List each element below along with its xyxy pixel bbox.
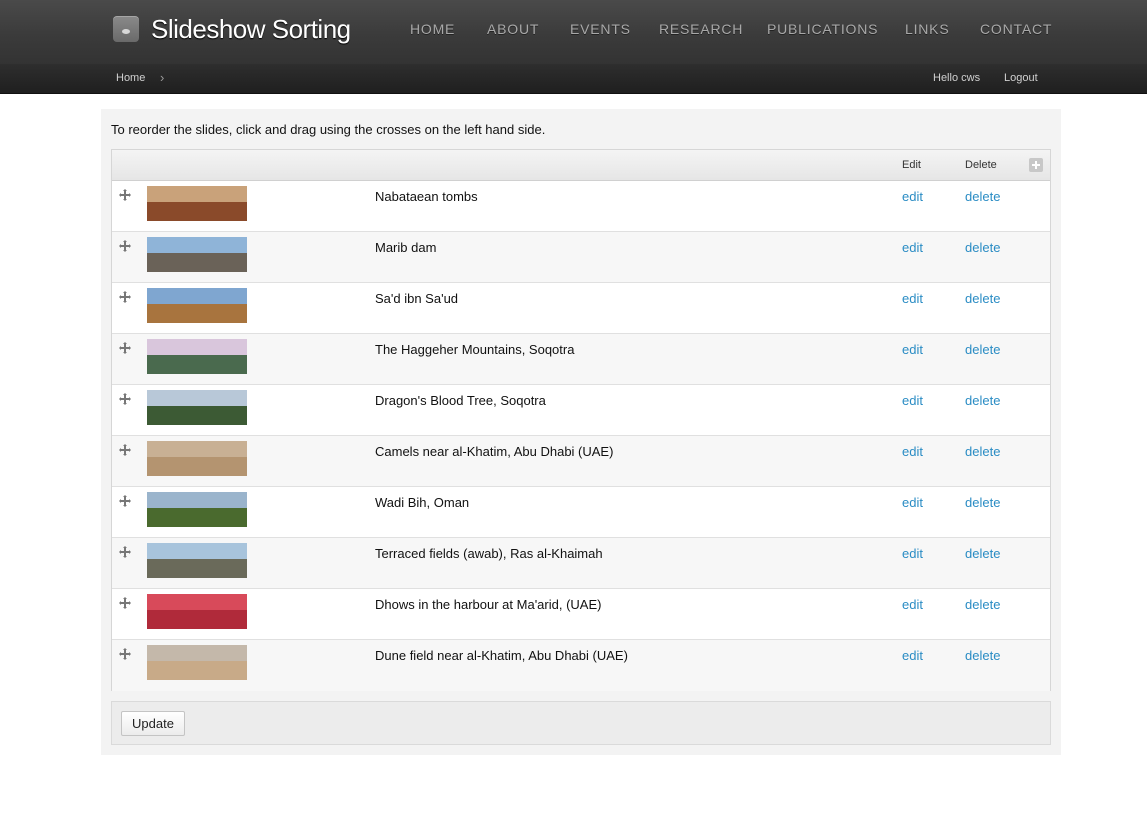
slide-thumbnail-landscape (147, 303, 247, 323)
table-row[interactable]: Wadi Bih, Oman edit delete (112, 487, 1050, 538)
instructions-text: To reorder the slides, click and drag us… (111, 122, 546, 137)
add-slide-icon[interactable] (1029, 158, 1043, 172)
column-header-delete: Delete (965, 159, 997, 171)
slide-thumbnail-landscape (147, 456, 247, 476)
slide-thumbnail (147, 288, 247, 323)
slide-thumbnail (147, 645, 247, 680)
table-row[interactable]: The Haggeher Mountains, Soqotra edit delet… (112, 334, 1050, 385)
slide-thumbnail-landscape (147, 507, 247, 527)
table-row[interactable]: Dragon's Blood Tree, Soqotra edit delete (112, 385, 1050, 436)
drag-handle-icon[interactable] (119, 342, 131, 354)
slide-thumbnail-landscape (147, 405, 247, 425)
edit-link[interactable]: edit (902, 393, 923, 408)
slide-thumbnail (147, 237, 247, 272)
slide-thumbnail-landscape (147, 201, 247, 221)
nav-publications[interactable]: PUBLICATIONS (767, 21, 878, 37)
drag-handle-icon[interactable] (119, 546, 131, 558)
edit-link[interactable]: edit (902, 189, 923, 204)
delete-link[interactable]: delete (965, 495, 1000, 510)
delete-link[interactable]: delete (965, 342, 1000, 357)
logout-link[interactable]: Logout (1004, 72, 1038, 84)
slide-thumbnail-landscape (147, 252, 247, 272)
nav-research[interactable]: RESEARCH (659, 21, 743, 37)
slide-title: Sa'd ibn Sa'ud (375, 291, 459, 306)
drag-handle-icon[interactable] (119, 291, 131, 303)
drag-handle-icon[interactable] (119, 189, 131, 201)
edit-link[interactable]: edit (902, 342, 923, 357)
slide-thumbnail (147, 186, 247, 221)
drag-handle-icon[interactable] (119, 393, 131, 405)
update-button[interactable]: Update (121, 711, 185, 736)
table-row[interactable]: Camels near al-Khatim, Abu Dhabi (UAE) ed… (112, 436, 1050, 487)
slide-title: Wadi Bih, Oman (375, 495, 470, 510)
slide-title: Terraced fields (awab), Ras al-Khaimah (375, 546, 603, 561)
nav-home[interactable]: HOME (410, 21, 455, 37)
slide-thumbnail-landscape (147, 558, 247, 578)
main-nav: HOME ABOUT EVENTS RESEARCH PUBLICATIONS … (0, 21, 1147, 41)
delete-link[interactable]: delete (965, 444, 1000, 459)
delete-link[interactable]: delete (965, 189, 1000, 204)
slide-title: The Haggeher Mountains, Soqotra (375, 342, 575, 357)
main-panel: To reorder the slides, click and drag us… (101, 109, 1061, 755)
slide-thumbnail (147, 492, 247, 527)
drag-handle-icon[interactable] (119, 495, 131, 507)
slide-title: Marib dam (375, 240, 437, 255)
slide-title: Camels near al-Khatim, Abu Dhabi (UAE) (375, 444, 614, 459)
table-row[interactable]: Marib dam edit delete (112, 232, 1050, 283)
slide-thumbnail (147, 390, 247, 425)
edit-link[interactable]: edit (902, 291, 923, 306)
slide-title: Dhows in the harbour at Ma'arid, (UAE) (375, 597, 602, 612)
slide-thumbnail (147, 594, 247, 629)
table-row[interactable]: Terraced fields (awab), Ras al-Khaimah ed… (112, 538, 1050, 589)
delete-link[interactable]: delete (965, 393, 1000, 408)
edit-link[interactable]: edit (902, 495, 923, 510)
edit-link[interactable]: edit (902, 648, 923, 663)
delete-link[interactable]: delete (965, 291, 1000, 306)
slide-title: Nabataean tombs (375, 189, 478, 204)
slide-thumbnail-landscape (147, 660, 247, 680)
nav-contact[interactable]: CONTACT (980, 21, 1052, 37)
edit-link[interactable]: edit (902, 240, 923, 255)
form-actions: Update (111, 701, 1051, 745)
slide-title: Dragon's Blood Tree, Soqotra (375, 393, 546, 408)
table-row[interactable]: Nabataean tombs edit delete (112, 181, 1050, 232)
delete-link[interactable]: delete (965, 546, 1000, 561)
nav-about[interactable]: ABOUT (487, 21, 539, 37)
edit-link[interactable]: edit (902, 597, 923, 612)
delete-link[interactable]: delete (965, 240, 1000, 255)
user-greeting: Hello cws (933, 72, 981, 84)
slide-thumbnail-landscape (147, 354, 247, 374)
drag-handle-icon[interactable] (119, 240, 131, 252)
slides-table: Edit Delete Nabataean tombs edit delete Mar… (111, 149, 1051, 691)
slide-thumbnail (147, 441, 247, 476)
slide-thumbnail (147, 543, 247, 578)
slide-thumbnail-landscape (147, 609, 247, 629)
nav-links[interactable]: LINKS (905, 21, 949, 37)
column-header-edit: Edit (902, 159, 921, 171)
table-header: Edit Delete (112, 150, 1050, 181)
nav-events[interactable]: EVENTS (570, 21, 631, 37)
breadcrumb-home[interactable]: Home (116, 72, 145, 84)
delete-link[interactable]: delete (965, 597, 1000, 612)
table-row[interactable]: Dhows in the harbour at Ma'arid, (UAE) ed… (112, 589, 1050, 640)
breadcrumb-separator-icon: › (160, 70, 165, 85)
edit-link[interactable]: edit (902, 546, 923, 561)
delete-link[interactable]: delete (965, 648, 1000, 663)
site-header: Slideshow Sorting HOME ABOUT EVENTS RESE… (0, 0, 1147, 64)
slide-thumbnail (147, 339, 247, 374)
breadcrumb-bar: Home › Hello cws Logout (0, 64, 1147, 94)
drag-handle-icon[interactable] (119, 597, 131, 609)
edit-link[interactable]: edit (902, 444, 923, 459)
slide-title: Dune field near al-Khatim, Abu Dhabi (UA… (375, 648, 628, 663)
drag-handle-icon[interactable] (119, 648, 131, 660)
table-row[interactable]: Sa'd ibn Sa'ud edit delete (112, 283, 1050, 334)
drag-handle-icon[interactable] (119, 444, 131, 456)
table-row[interactable]: Dune field near al-Khatim, Abu Dhabi (UA… (112, 640, 1050, 691)
